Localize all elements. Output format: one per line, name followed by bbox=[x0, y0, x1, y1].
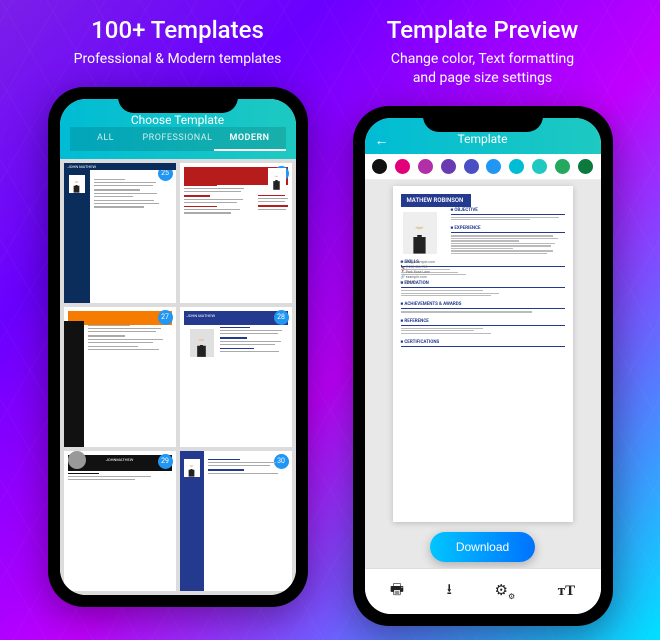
text-format-icon[interactable]: ᴛT bbox=[558, 583, 575, 600]
template-card-name: JOHN MATHEW bbox=[184, 311, 288, 325]
color-swatch[interactable] bbox=[441, 159, 456, 174]
template-card[interactable]: 28 JOHN MATHEW bbox=[180, 307, 292, 447]
section-header: OBJECTIVE bbox=[451, 207, 565, 215]
color-swatch[interactable] bbox=[555, 159, 570, 174]
template-card[interactable]: 27 bbox=[64, 307, 176, 447]
section-header: ACHIEVEMENTS & AWARDS bbox=[401, 301, 565, 309]
resume-preview: MATHEW ROBINSON OBJECTIVE EXPERIENCE ✉ m… bbox=[393, 186, 573, 522]
left-subtitle: Professional & Modern templates bbox=[74, 50, 282, 69]
tab-all[interactable]: ALL bbox=[70, 127, 142, 151]
template-card[interactable]: 25 JOHN MATHEW bbox=[64, 163, 176, 303]
template-number-badge: 27 bbox=[158, 310, 173, 325]
bottom-toolbar: 🖶 ⭳ ⚙⚙ ᴛT bbox=[365, 568, 601, 614]
left-headline: 100+ Templates bbox=[91, 16, 264, 44]
avatar bbox=[403, 212, 437, 254]
section-header: EXPERIENCE bbox=[451, 225, 565, 233]
color-swatch[interactable] bbox=[486, 159, 501, 174]
right-subtitle: Change color, Text formatting and page s… bbox=[391, 50, 574, 88]
template-number-badge: 29 bbox=[158, 454, 173, 469]
phone-frame-right: ← Template MATHEW ROBINSON OBJECTIVE EXP… bbox=[353, 106, 613, 626]
template-grid: 25 JOHN MATHEW 26 27 28 JOHN MATHEW bbox=[60, 159, 296, 595]
template-card[interactable]: 30 bbox=[180, 451, 292, 591]
tab-professional[interactable]: PROFESSIONAL bbox=[142, 127, 214, 151]
tab-modern[interactable]: MODERN bbox=[214, 127, 286, 151]
resume-name: MATHEW ROBINSON bbox=[401, 194, 471, 207]
template-card[interactable]: 29 JOHNMATHEW bbox=[64, 451, 176, 591]
template-number-badge: 28 bbox=[274, 310, 289, 325]
settings-icon[interactable]: ⚙⚙ bbox=[495, 581, 516, 601]
right-headline: Template Preview bbox=[387, 16, 579, 44]
phone-frame-left: Choose Template ALL PROFESSIONAL MODERN … bbox=[48, 87, 308, 607]
color-swatch-row bbox=[365, 154, 601, 180]
color-swatch[interactable] bbox=[464, 159, 479, 174]
download-button[interactable]: Download bbox=[430, 532, 535, 562]
print-icon[interactable]: 🖶 bbox=[390, 579, 404, 604]
color-swatch[interactable] bbox=[372, 159, 387, 174]
color-swatch[interactable] bbox=[509, 159, 524, 174]
color-swatch[interactable] bbox=[395, 159, 410, 174]
back-icon[interactable]: ← bbox=[375, 132, 389, 149]
section-header: CERTIFICATIONS bbox=[401, 339, 565, 347]
screen-title: Choose Template bbox=[131, 113, 224, 127]
color-swatch[interactable] bbox=[578, 159, 593, 174]
color-swatch[interactable] bbox=[532, 159, 547, 174]
screen-title: Template bbox=[458, 132, 508, 146]
download-icon[interactable]: ⭳ bbox=[447, 579, 452, 604]
color-swatch[interactable] bbox=[418, 159, 433, 174]
section-header: REFERENCE bbox=[401, 318, 565, 326]
template-card-name: JOHN MATHEW bbox=[64, 163, 176, 171]
template-card[interactable]: 26 bbox=[180, 163, 292, 303]
template-tabs: ALL PROFESSIONAL MODERN bbox=[70, 127, 286, 151]
